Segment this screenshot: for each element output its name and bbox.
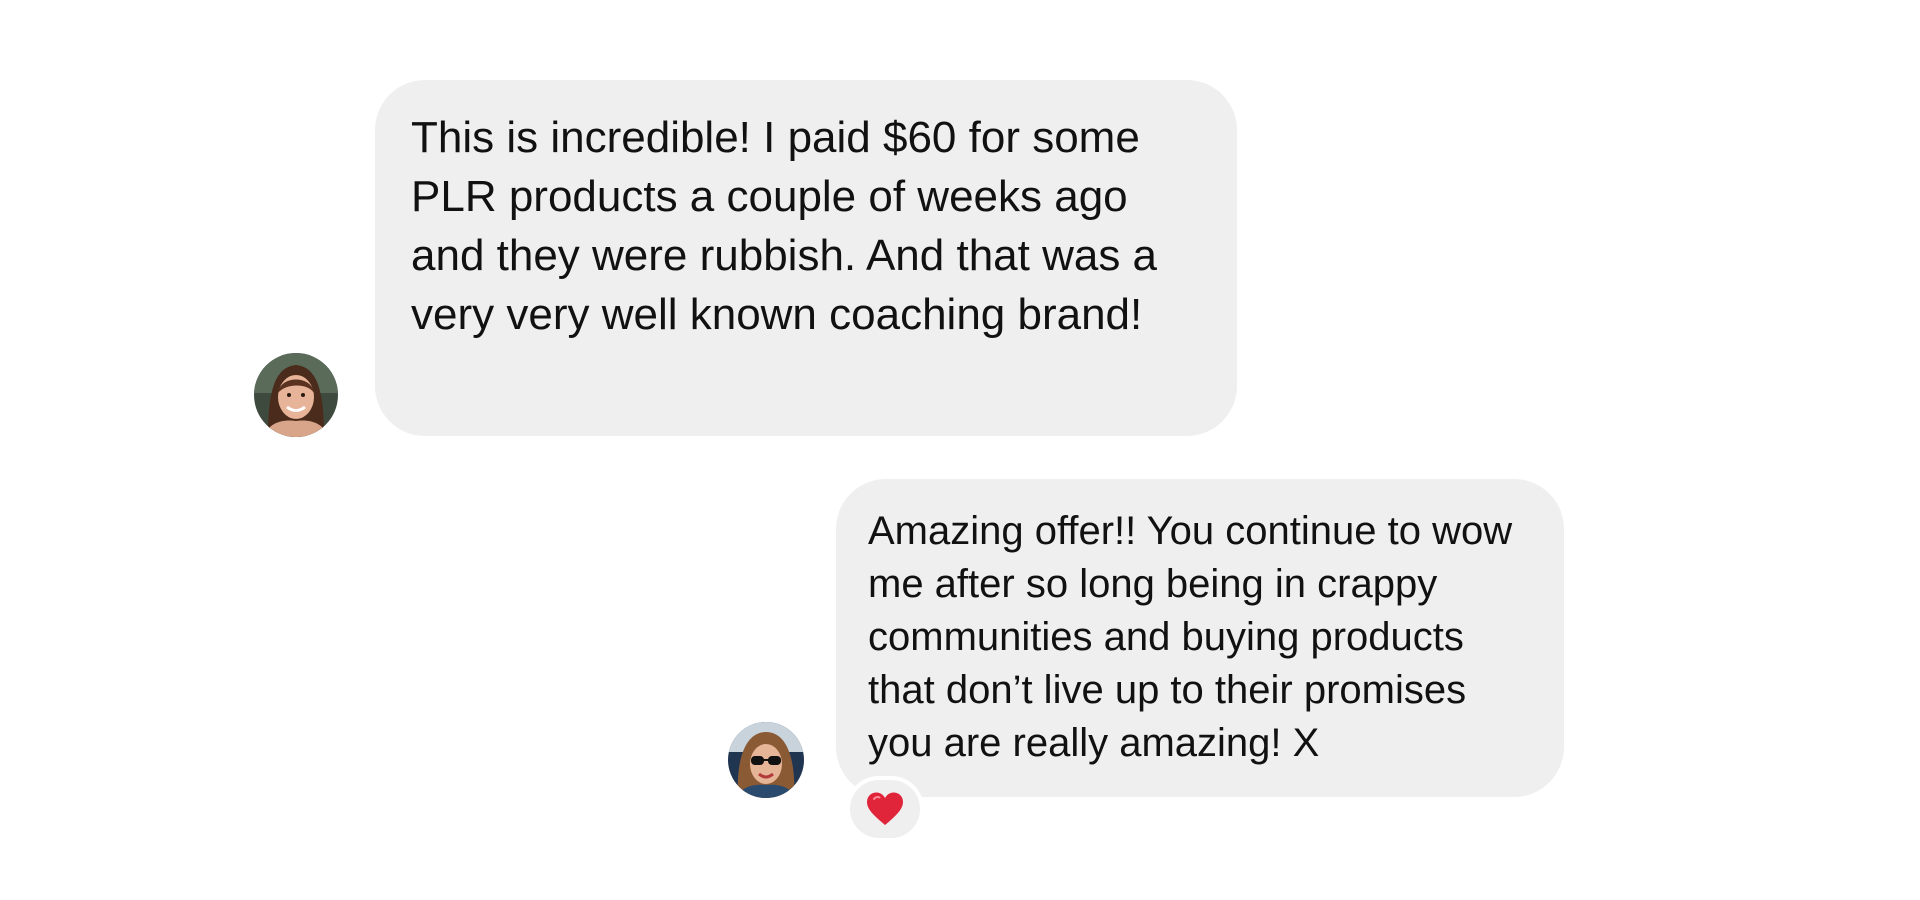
user-avatar-icon	[728, 722, 804, 798]
message-text: Amazing offer!! You continue to wow me a…	[868, 509, 1513, 765]
sender-avatar[interactable]	[728, 722, 804, 798]
user-avatar-icon	[254, 353, 338, 437]
reaction-badge[interactable]	[846, 776, 924, 842]
message-bubble[interactable]: This is incredible! I paid $60 for some …	[375, 80, 1237, 436]
chat-thread: This is incredible! I paid $60 for some …	[0, 0, 1920, 900]
message-text: This is incredible! I paid $60 for some …	[411, 113, 1158, 339]
message-bubble[interactable]: Amazing offer!! You continue to wow me a…	[836, 479, 1564, 797]
heart-reaction-icon	[867, 792, 903, 825]
sender-avatar[interactable]	[254, 353, 338, 437]
